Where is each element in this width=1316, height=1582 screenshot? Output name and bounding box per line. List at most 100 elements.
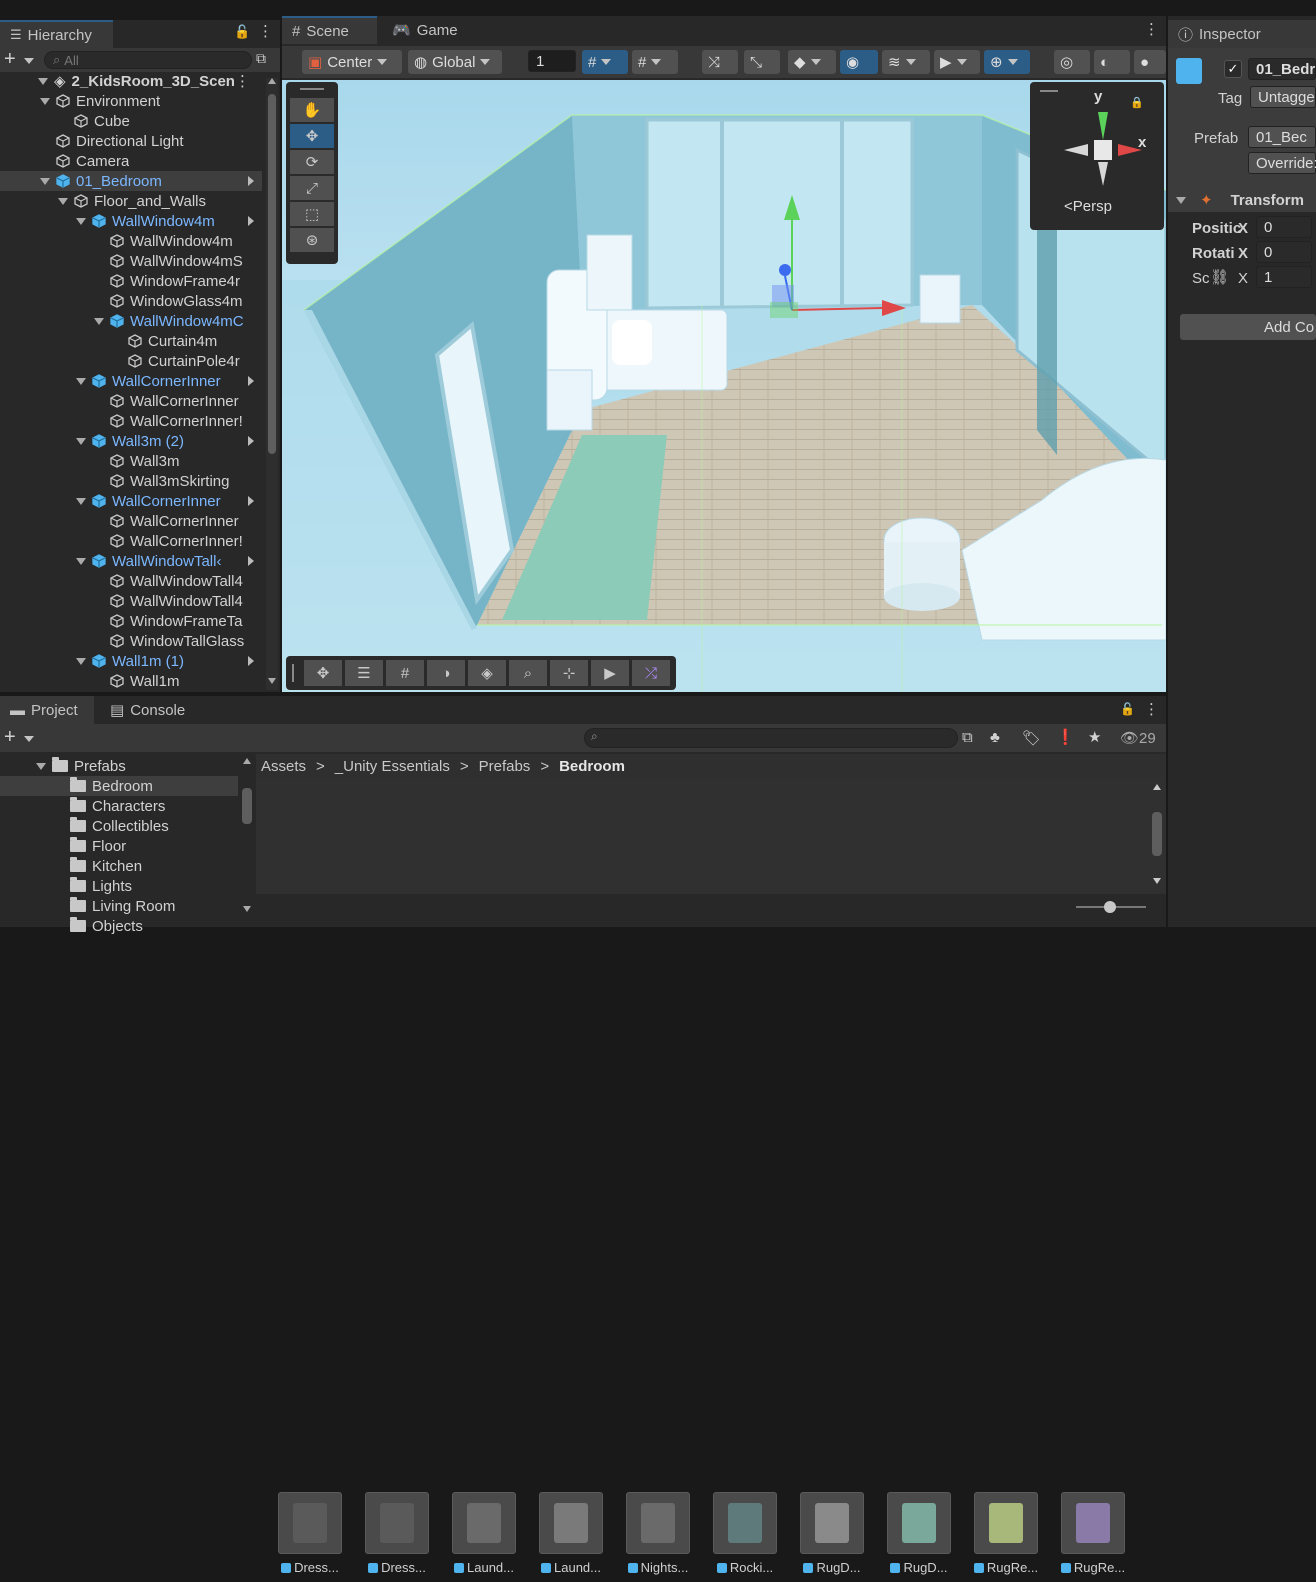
asset-item[interactable]: RugD... bbox=[879, 1492, 959, 1582]
hierarchy-scrollbar[interactable] bbox=[266, 78, 278, 690]
hierarchy-item[interactable]: WallCornerInner! bbox=[0, 411, 262, 431]
layers-button[interactable]: ≋ bbox=[882, 50, 930, 74]
expand-arrow-icon[interactable] bbox=[36, 762, 46, 770]
hierarchy-item[interactable]: Environment bbox=[0, 91, 262, 111]
scroll-thumb[interactable] bbox=[268, 94, 276, 454]
rotate-tool-button[interactable]: ⟳ bbox=[290, 150, 334, 174]
expand-arrow-icon[interactable] bbox=[38, 77, 48, 85]
draw-mode-button[interactable]: ◆ bbox=[788, 50, 836, 74]
tab-project[interactable]: ▬ Project bbox=[0, 696, 94, 724]
lock-icon[interactable]: 🔓 bbox=[234, 24, 250, 40]
scale-x-input[interactable]: 1 bbox=[1256, 266, 1312, 288]
scale-tool-button[interactable]: ⤢ bbox=[290, 176, 334, 200]
pivot-dropdown[interactable]: ▣ Center bbox=[302, 50, 402, 74]
add-icon[interactable]: + bbox=[4, 726, 16, 749]
asset-item[interactable]: RugRe... bbox=[1053, 1492, 1133, 1582]
hierarchy-item[interactable]: WallCornerInner bbox=[0, 511, 262, 531]
expand-arrow-icon[interactable] bbox=[76, 437, 86, 445]
asset-item[interactable]: Nights... bbox=[618, 1492, 698, 1582]
camera-button[interactable]: ▶ bbox=[934, 50, 980, 74]
shading-wire-button[interactable]: ◎ bbox=[1054, 50, 1090, 74]
pivot-overlay-button[interactable]: ⊹ bbox=[550, 660, 588, 686]
position-x-input[interactable]: 0 bbox=[1256, 216, 1312, 238]
shading-lit-button[interactable]: ● bbox=[1134, 50, 1166, 74]
gizmo-toggle-button[interactable]: ⤨ bbox=[702, 50, 738, 74]
favorite-star-icon[interactable]: ★ bbox=[1088, 728, 1101, 746]
hierarchy-item[interactable]: Directional Light bbox=[0, 131, 262, 151]
zoom-slider[interactable] bbox=[1076, 901, 1146, 913]
folder-item[interactable]: Bedroom bbox=[0, 776, 238, 796]
chevron-right-icon[interactable] bbox=[248, 176, 254, 186]
add-component-button[interactable]: Add Co bbox=[1180, 314, 1316, 340]
more-options-icon[interactable]: ⋮ bbox=[1144, 700, 1159, 718]
hierarchy-item[interactable]: WallWindow4m bbox=[0, 211, 262, 231]
hierarchy-item[interactable]: Wall1m bbox=[0, 671, 262, 691]
hierarchy-item[interactable]: WindowFrame4r bbox=[0, 271, 262, 291]
chevron-right-icon[interactable] bbox=[248, 436, 254, 446]
expand-arrow-icon[interactable] bbox=[76, 497, 86, 505]
expand-arrow-icon[interactable] bbox=[58, 197, 68, 205]
hierarchy-item[interactable]: CurtainPole4r bbox=[0, 351, 262, 371]
shading-shaded-button[interactable]: ◐ bbox=[1094, 50, 1130, 74]
space-dropdown[interactable]: ◍ Global bbox=[408, 50, 502, 74]
hierarchy-item[interactable]: WallWindow4mC bbox=[0, 311, 262, 331]
hierarchy-item[interactable]: WallCornerInner bbox=[0, 371, 262, 391]
asset-scrollbar[interactable] bbox=[1150, 782, 1164, 888]
label-filter-icon[interactable]: 🏷 bbox=[1022, 729, 1041, 747]
hierarchy-item[interactable]: WallWindowTall4 bbox=[0, 571, 262, 591]
scene-root-row[interactable]: ◈ 2_KidsRoom_3D_Scen ⋮ bbox=[0, 71, 262, 91]
tab-inspector[interactable]: ⓘ Inspector bbox=[1168, 20, 1316, 48]
breadcrumb-item[interactable]: Bedroom bbox=[559, 758, 625, 775]
expand-arrow-icon[interactable] bbox=[94, 317, 104, 325]
tag-dropdown[interactable]: Untagge bbox=[1250, 86, 1316, 108]
asset-item[interactable]: RugRe... bbox=[966, 1492, 1046, 1582]
hierarchy-item[interactable]: WallCornerInner bbox=[0, 391, 262, 411]
scroll-down-icon[interactable] bbox=[243, 906, 251, 912]
breadcrumb-item[interactable]: _Unity Essentials bbox=[335, 758, 450, 775]
lock-icon[interactable]: 🔓 bbox=[1120, 702, 1135, 716]
hierarchy-item[interactable]: 01_Bedroom bbox=[0, 171, 262, 191]
more-options-icon[interactable]: ⋮ bbox=[235, 72, 250, 90]
more-options-icon[interactable]: ⋮ bbox=[1144, 20, 1159, 38]
hierarchy-item[interactable]: WindowFrameTa bbox=[0, 611, 262, 631]
expand-arrow-icon[interactable] bbox=[40, 177, 50, 185]
zoom-slider-thumb[interactable] bbox=[1104, 901, 1116, 913]
tab-hierarchy[interactable]: ☰ Hierarchy bbox=[0, 20, 113, 48]
add-icon[interactable]: + bbox=[4, 48, 16, 70]
hierarchy-item[interactable]: WindowTallGlass bbox=[0, 631, 262, 651]
search-scene-button[interactable]: ⌕ bbox=[509, 660, 547, 686]
hierarchy-item[interactable]: WallWindowTall4 bbox=[0, 591, 262, 611]
asset-item[interactable]: Laund... bbox=[531, 1492, 611, 1582]
chevron-down-icon[interactable] bbox=[24, 736, 34, 742]
transform-header[interactable]: ✦ Transform bbox=[1168, 188, 1316, 212]
move-tool-button[interactable]: ✥ bbox=[290, 124, 334, 148]
transform-tool-button[interactable]: ⊛ bbox=[290, 228, 334, 252]
hierarchy-item[interactable]: WallWindow4mS bbox=[0, 251, 262, 271]
folder-item[interactable]: Floor bbox=[0, 836, 238, 856]
hierarchy-item[interactable]: Wall3mSkirting bbox=[0, 471, 262, 491]
hierarchy-item[interactable]: Curtain4m bbox=[0, 331, 262, 351]
overrides-dropdown[interactable]: Override: bbox=[1248, 152, 1316, 174]
scroll-down-icon[interactable] bbox=[1153, 878, 1161, 884]
breadcrumb-item[interactable]: Prefabs bbox=[479, 758, 531, 775]
warning-filter-icon[interactable]: ❗ bbox=[1056, 728, 1075, 746]
active-checkbox[interactable]: ✓ bbox=[1224, 60, 1242, 78]
expand-arrow-icon[interactable] bbox=[76, 657, 86, 665]
expand-arrow-icon[interactable] bbox=[40, 97, 50, 105]
hand-tool-button[interactable]: ✋ bbox=[290, 98, 334, 122]
snap-move-button[interactable]: ✥ bbox=[304, 660, 342, 686]
folder-item[interactable]: Collectibles bbox=[0, 816, 238, 836]
expand-arrow-icon[interactable] bbox=[76, 377, 86, 385]
folder-item[interactable]: Lights bbox=[0, 876, 238, 896]
tab-game[interactable]: 🎮 Game bbox=[382, 16, 468, 44]
folder-item[interactable]: Living Room bbox=[0, 896, 238, 916]
hierarchy-item[interactable]: WallCornerInner! bbox=[0, 531, 262, 551]
asset-item[interactable]: Rocki... bbox=[705, 1492, 785, 1582]
project-search-input[interactable]: ⌕ bbox=[584, 728, 958, 748]
asset-item[interactable]: Dress... bbox=[270, 1492, 350, 1582]
hierarchy-item[interactable]: Wall3m bbox=[0, 451, 262, 471]
hidden-count[interactable]: 👁29 bbox=[1120, 729, 1156, 747]
folder-item[interactable]: Kitchen bbox=[0, 856, 238, 876]
type-filter-icon[interactable]: ♣ bbox=[990, 729, 1000, 746]
camera-overlay-button[interactable]: ▶ bbox=[591, 660, 629, 686]
